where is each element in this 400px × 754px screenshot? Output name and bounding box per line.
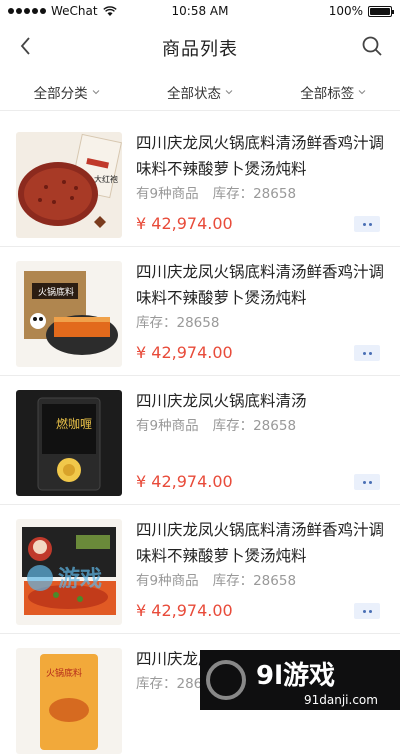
- product-meta: 有9种商品 库存：28658: [136, 182, 296, 202]
- product-meta: 有9种商品 库存：28658: [136, 569, 296, 589]
- variant-count: 有9种商品: [136, 573, 199, 589]
- product-meta: 库存：28658: [136, 311, 219, 331]
- package-label: 燃咖喱: [56, 416, 92, 431]
- battery-percent: 100%: [328, 4, 363, 18]
- variant-count: 有9种商品: [136, 186, 199, 202]
- product-image: 燃咖喱: [16, 390, 122, 496]
- product-meta: 有9种商品 库存：28658: [136, 414, 296, 434]
- package-label: 大红袍: [94, 174, 118, 184]
- stock-count: 库存：28658: [212, 418, 297, 434]
- more-options-button[interactable]: [354, 474, 380, 490]
- product-price: ¥ 42,974.00: [136, 601, 233, 620]
- chevron-down-icon: [92, 90, 100, 95]
- product-title: 四川庆龙凤火锅底料清汤鲜香鸡汁调味料不辣酸萝卜煲汤炖料: [136, 263, 385, 307]
- filter-tag[interactable]: 全部标签: [267, 74, 400, 110]
- filter-status[interactable]: 全部状态: [133, 74, 266, 110]
- filter-bar: 全部分类 全部状态 全部标签: [0, 74, 400, 111]
- more-options-button[interactable]: [354, 345, 380, 361]
- more-dots-icon: [362, 222, 366, 226]
- search-button[interactable]: [360, 34, 384, 58]
- watermark-sub-text: 91danji.com: [304, 693, 378, 707]
- variant-count: 有9种商品: [136, 418, 199, 434]
- chevron-down-icon: [225, 90, 233, 95]
- filter-category[interactable]: 全部分类: [0, 74, 133, 110]
- filter-category-label: 全部分类: [33, 86, 88, 102]
- package-label: 火锅底料: [46, 667, 82, 679]
- product-title: 四川庆龙凤火锅底料清汤鲜香鸡汁调味料不辣酸萝卜煲汤炖料: [136, 521, 385, 565]
- search-icon: [362, 36, 382, 56]
- watermark-site-logo: 9l游戏 91danji.com: [200, 650, 400, 710]
- more-dots-icon: [362, 351, 366, 355]
- product-price: ¥ 42,974.00: [136, 343, 233, 362]
- stock-count: 库存：28658: [212, 573, 297, 589]
- watermark-left-text: 游戏: [58, 566, 102, 592]
- watermark-main-text: 9l游戏: [256, 661, 335, 691]
- nav-header: 商品列表: [0, 24, 400, 68]
- product-title: 四川庆龙凤火锅底料清汤鲜香鸡汁调味料不辣酸萝卜煲汤炖料: [136, 134, 385, 178]
- filter-status-label: 全部状态: [166, 86, 221, 102]
- product-item[interactable]: 火锅底料 四川庆龙凤火锅底料清汤鲜香鸡汁调味料不辣酸萝卜煲汤炖料 库存：2865…: [0, 247, 400, 376]
- product-list: 大红袍 四川庆龙凤火锅底料清汤鲜香鸡汁调味料不辣酸萝卜煲汤炖料 有9种商品 库存：…: [0, 118, 400, 754]
- chevron-down-icon: [358, 90, 366, 95]
- product-image: 大红袍: [16, 132, 122, 238]
- product-item[interactable]: 大红袍 四川庆龙凤火锅底料清汤鲜香鸡汁调味料不辣酸萝卜煲汤炖料 有9种商品 库存：…: [0, 118, 400, 247]
- more-dots-icon: [362, 480, 366, 484]
- product-price: ¥ 42,974.00: [136, 472, 233, 491]
- page-title: 商品列表: [162, 39, 238, 60]
- product-image: 火锅底料: [16, 648, 122, 754]
- more-options-button[interactable]: [354, 603, 380, 619]
- battery-icon: [368, 5, 394, 17]
- more-options-button[interactable]: [354, 216, 380, 232]
- battery-status: 100%: [328, 4, 394, 18]
- product-item[interactable]: 燃咖喱 四川庆龙凤火锅底料清汤 有9种商品 库存：28658 ¥ 42,974.0…: [0, 376, 400, 505]
- stock-count: 库存：28658: [136, 315, 220, 331]
- watermark-logo: 游戏: [26, 560, 138, 596]
- more-dots-icon: [362, 609, 366, 613]
- status-bar: WeChat 10:58 AM 100%: [0, 0, 400, 24]
- package-label: 火锅底料: [38, 286, 74, 298]
- filter-tag-label: 全部标签: [300, 86, 355, 102]
- product-price: ¥ 42,974.00: [136, 214, 233, 233]
- product-image: 火锅底料: [16, 261, 122, 367]
- stock-count: 库存：28658: [212, 186, 297, 202]
- product-title: 四川庆龙凤火锅底料清汤: [136, 392, 307, 410]
